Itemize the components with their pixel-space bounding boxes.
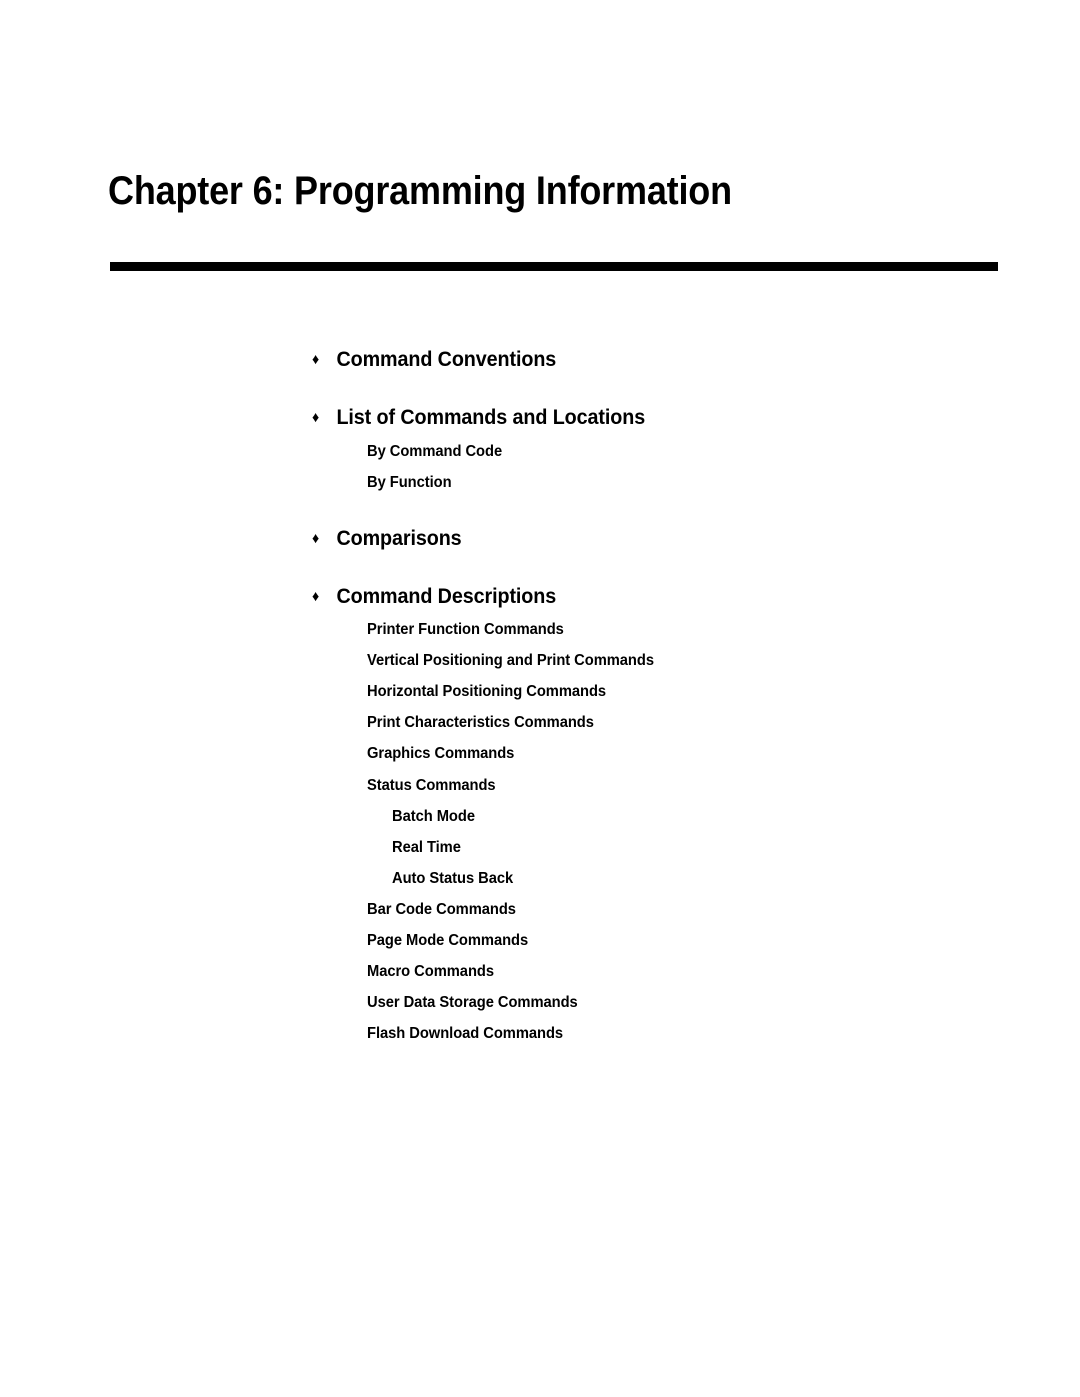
outline-item-label: Vertical Positioning and Print Commands [367,652,654,669]
outline-command-conventions[interactable]: ♦ Command Conventions [312,348,556,372]
outline-item-label: Printer Function Commands [367,621,564,638]
outline-by-function[interactable]: By Function [367,474,452,492]
outline-real-time[interactable]: Real Time [392,839,461,857]
outline-print-characteristics-commands[interactable]: Print Characteristics Commands [367,714,594,732]
outline-item-label: Page Mode Commands [367,932,529,949]
outline-batch-mode[interactable]: Batch Mode [392,808,475,826]
outline-printer-function-commands[interactable]: Printer Function Commands [367,621,564,639]
outline-graphics-commands[interactable]: Graphics Commands [367,745,514,763]
outline-item-label: Auto Status Back [392,870,514,887]
document-page: Chapter 6: Programming Information ♦ Comm… [0,0,1080,1397]
outline-item-label: By Command Code [367,443,503,460]
outline-horizontal-positioning-commands[interactable]: Horizontal Positioning Commands [367,683,606,701]
diamond-bullet-icon: ♦ [312,351,320,368]
diamond-bullet-icon: ♦ [312,588,320,605]
outline-item-label: List of Commands and Locations [336,406,646,429]
outline-user-data-storage-commands[interactable]: User Data Storage Commands [367,994,578,1012]
page-title: Chapter 6: Programming Information [108,169,732,213]
outline-item-label: Real Time [392,839,461,856]
outline-item-label: Command Descriptions [336,585,557,608]
outline-item-label: Macro Commands [367,963,494,980]
outline-item-label: By Function [367,474,452,491]
outline-command-descriptions[interactable]: ♦ Command Descriptions [312,585,556,609]
outline-vertical-positioning-and-print-commands[interactable]: Vertical Positioning and Print Commands [367,652,654,670]
outline-bar-code-commands[interactable]: Bar Code Commands [367,901,516,919]
outline-item-label: Command Conventions [336,348,557,371]
diamond-bullet-icon: ♦ [312,530,320,547]
outline-page-mode-commands[interactable]: Page Mode Commands [367,932,528,950]
outline-item-label: Flash Download Commands [367,1025,564,1042]
outline-item-label: Horizontal Positioning Commands [367,683,607,700]
outline-auto-status-back[interactable]: Auto Status Back [392,870,513,888]
outline-item-label: User Data Storage Commands [367,994,578,1011]
title-divider-rule [110,262,998,271]
outline-item-label: Status Commands [367,777,496,794]
outline-status-commands[interactable]: Status Commands [367,777,496,795]
outline-flash-download-commands[interactable]: Flash Download Commands [367,1025,563,1043]
outline-item-label: Graphics Commands [367,745,515,762]
outline-item-label: Bar Code Commands [367,901,516,918]
outline-by-command-code[interactable]: By Command Code [367,443,502,461]
outline-list-of-commands-and-locations[interactable]: ♦ List of Commands and Locations [312,406,645,430]
diamond-bullet-icon: ♦ [312,409,320,426]
outline-item-label: Comparisons [336,527,462,550]
outline-comparisons[interactable]: ♦ Comparisons [312,527,462,551]
outline-item-label: Print Characteristics Commands [367,714,594,731]
outline-macro-commands[interactable]: Macro Commands [367,963,494,981]
outline-item-label: Batch Mode [392,808,475,825]
